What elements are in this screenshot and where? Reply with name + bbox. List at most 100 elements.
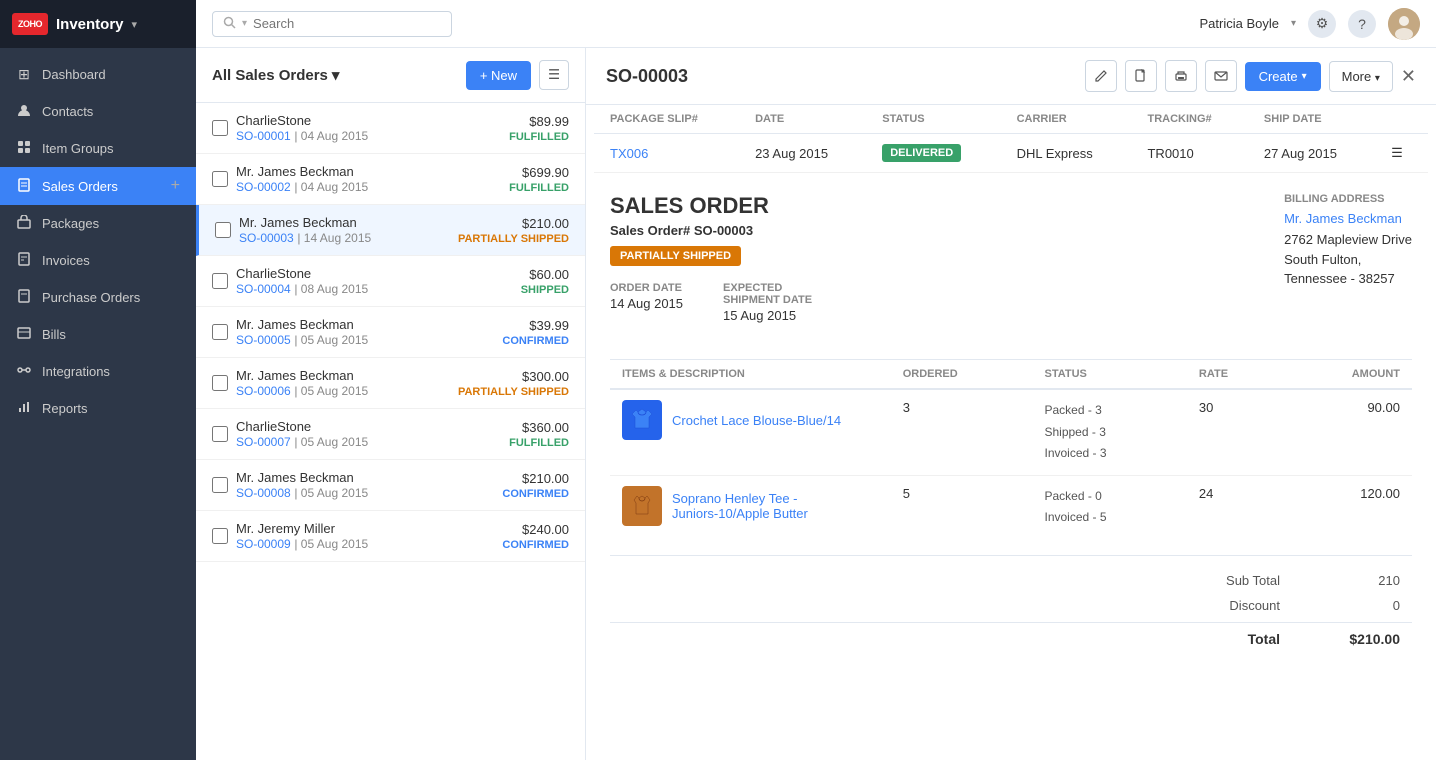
print-button[interactable] (1165, 60, 1197, 92)
order-amount: $699.90 (509, 165, 569, 180)
search-icon (223, 16, 236, 32)
item-status: Packed - 0Invoiced - 5 (1032, 475, 1186, 539)
item-name[interactable]: Crochet Lace Blouse-Blue/14 (672, 413, 841, 428)
items-col-status: STATUS (1032, 360, 1186, 390)
order-right: $699.90 FULFILLED (509, 165, 569, 194)
bills-icon (16, 326, 32, 343)
more-button[interactable]: More ▾ (1329, 61, 1393, 92)
order-date: | 04 Aug 2015 (294, 129, 368, 143)
sidebar-item-invoices[interactable]: Invoices (0, 242, 196, 279)
shipment-carrier: DHL Express (1001, 134, 1132, 173)
email-button[interactable] (1205, 60, 1237, 92)
sidebar-item-bills[interactable]: Bills (0, 316, 196, 353)
add-sales-order-icon[interactable]: + (171, 177, 180, 195)
status-badge-partially-shipped: PARTIALLY SHIPPED (610, 246, 741, 266)
order-checkbox[interactable] (212, 426, 228, 442)
order-id: SO-00005 (236, 333, 291, 347)
orders-menu-button[interactable]: ☰ (539, 60, 569, 90)
shipment-row: TX006 23 Aug 2015 DELIVERED DHL Express … (594, 134, 1428, 173)
so-expected-label: EXPECTEDSHIPMENT DATE (723, 282, 812, 306)
pdf-button[interactable] (1125, 60, 1157, 92)
order-checkbox[interactable] (212, 120, 228, 136)
invoices-icon (16, 252, 32, 269)
order-checkbox[interactable] (212, 375, 228, 391)
sidebar-item-integrations[interactable]: Integrations (0, 353, 196, 390)
col-carrier: CARRIER (1001, 105, 1132, 134)
billing-customer-name: Mr. James Beckman (1284, 211, 1412, 226)
order-customer-name: Mr. James Beckman (236, 317, 494, 332)
order-status: CONFIRMED (502, 488, 569, 500)
shipment-pkg-slip: TX006 (594, 134, 739, 173)
order-checkbox[interactable] (212, 477, 228, 493)
order-info: CharlieStone SO-00001 | 04 Aug 2015 (236, 113, 501, 143)
create-dropdown-arrow: ▾ (1302, 71, 1307, 82)
sidebar-item-reports[interactable]: Reports (0, 390, 196, 427)
order-checkbox[interactable] (212, 171, 228, 187)
total-label: Total (1180, 631, 1280, 647)
order-item[interactable]: Mr. James Beckman SO-00006 | 05 Aug 2015… (196, 358, 585, 409)
order-amount: $360.00 (509, 420, 569, 435)
help-icon[interactable]: ? (1348, 10, 1376, 38)
order-amount: $210.00 (458, 216, 569, 231)
close-button[interactable]: ✕ (1401, 66, 1416, 87)
order-item[interactable]: Mr. James Beckman SO-00005 | 05 Aug 2015… (196, 307, 585, 358)
totals-total-row: Total $210.00 (610, 622, 1412, 652)
create-button[interactable]: Create ▾ (1245, 62, 1321, 91)
order-date: | 04 Aug 2015 (294, 180, 368, 194)
item-image (622, 486, 662, 526)
col-tracking: TRACKING# (1131, 105, 1247, 134)
item-status-lines: Packed - 0Invoiced - 5 (1044, 486, 1174, 529)
order-right: $39.99 CONFIRMED (502, 318, 569, 347)
so-meta: ORDER DATE 14 Aug 2015 EXPECTEDSHIPMENT … (610, 282, 812, 323)
order-right: $360.00 FULFILLED (509, 420, 569, 449)
item-name[interactable]: Soprano Henley Tee -Juniors-10/Apple But… (672, 491, 808, 521)
sidebar-item-purchase-orders[interactable]: Purchase Orders (0, 279, 196, 316)
new-order-button[interactable]: + New (466, 61, 531, 90)
order-item[interactable]: CharlieStone SO-00007 | 05 Aug 2015 $360… (196, 409, 585, 460)
order-customer-name: Mr. James Beckman (236, 470, 494, 485)
sidebar-item-dashboard[interactable]: ⊞ Dashboard (0, 56, 196, 93)
order-status: CONFIRMED (502, 335, 569, 347)
order-date: | 05 Aug 2015 (294, 384, 368, 398)
edit-button[interactable] (1085, 60, 1117, 92)
order-info: Mr. Jeremy Miller SO-00009 | 05 Aug 2015 (236, 521, 494, 551)
sidebar-item-sales-orders[interactable]: Sales Orders + (0, 167, 196, 205)
order-checkbox[interactable] (212, 324, 228, 340)
order-item[interactable]: CharlieStone SO-00001 | 04 Aug 2015 $89.… (196, 103, 585, 154)
search-dropdown-arrow[interactable]: ▾ (242, 18, 247, 29)
items-table: ITEMS & DESCRIPTION ORDERED STATUS RATE … (610, 359, 1412, 539)
item-image (622, 400, 662, 440)
sidebar-item-contacts[interactable]: Contacts (0, 93, 196, 130)
so-title: SALES ORDER (610, 193, 812, 219)
sidebar-item-packages[interactable]: Packages (0, 205, 196, 242)
sidebar-item-item-groups[interactable]: Item Groups (0, 130, 196, 167)
order-item[interactable]: Mr. James Beckman SO-00003 | 14 Aug 2015… (196, 205, 585, 256)
shipment-ship-date: 27 Aug 2015 (1248, 134, 1375, 173)
col-package-slip: PACKAGE SLIP# (594, 105, 739, 134)
order-amount: $240.00 (502, 522, 569, 537)
contacts-icon (16, 103, 32, 120)
so-number-line: Sales Order# SO-00003 (610, 223, 812, 238)
item-rate: 24 (1187, 475, 1282, 539)
order-item[interactable]: Mr. James Beckman SO-00008 | 05 Aug 2015… (196, 460, 585, 511)
order-customer-name: CharlieStone (236, 419, 501, 434)
search-box[interactable]: ▾ (212, 11, 452, 37)
shipment-tracking: TR0010 (1131, 134, 1247, 173)
settings-icon[interactable]: ⚙ (1308, 10, 1336, 38)
orders-title-arrow[interactable]: ▾ (332, 66, 340, 84)
pkg-link[interactable]: TX006 (610, 146, 648, 161)
order-checkbox[interactable] (212, 528, 228, 544)
detail-so-number: SO-00003 (606, 66, 688, 87)
order-checkbox[interactable] (212, 273, 228, 289)
order-item[interactable]: Mr. Jeremy Miller SO-00009 | 05 Aug 2015… (196, 511, 585, 562)
shipment-row-menu[interactable]: ☰ (1375, 134, 1428, 173)
discount-label: Discount (1180, 598, 1280, 613)
order-item[interactable]: Mr. James Beckman SO-00002 | 04 Aug 2015… (196, 154, 585, 205)
order-checkbox[interactable] (215, 222, 231, 238)
search-input[interactable] (253, 16, 441, 31)
sidebar: ZOHO Inventory ▾ ⊞ Dashboard Contacts It… (0, 0, 196, 760)
topbar: ▾ Patricia Boyle ▾ ⚙ ? (196, 0, 1436, 48)
order-item[interactable]: CharlieStone SO-00004 | 08 Aug 2015 $60.… (196, 256, 585, 307)
item-rate: 30 (1187, 389, 1282, 475)
detail-header: SO-00003 Create (586, 48, 1436, 105)
